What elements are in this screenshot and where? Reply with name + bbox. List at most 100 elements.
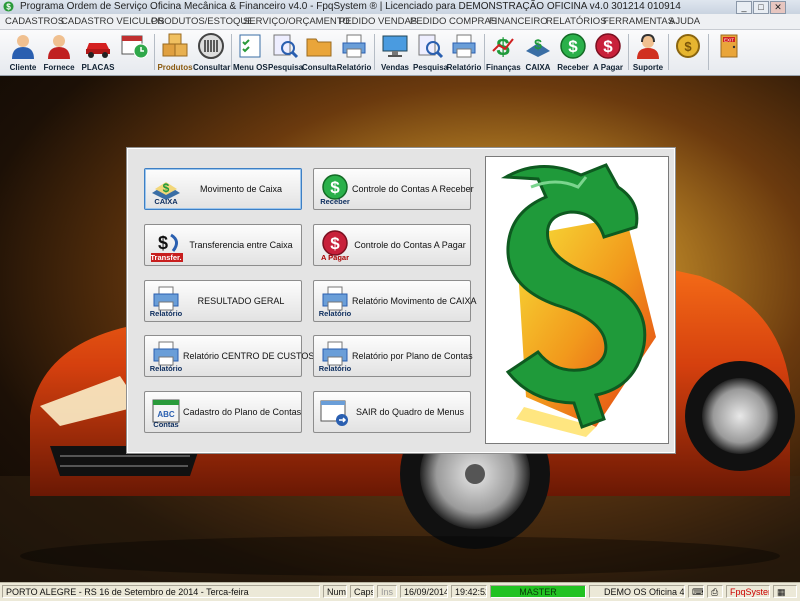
toolbar-relatorio-vendas-label: Relatório — [446, 63, 482, 72]
toolbar-vendas-button[interactable]: Vendas — [377, 32, 413, 72]
menu-pedido-compras[interactable]: PEDIDO COMPRAS — [410, 15, 497, 28]
movimento-caixa-button[interactable]: $ CAIXA Movimento de Caixa — [144, 168, 302, 210]
toolbar-separator — [708, 34, 709, 70]
maximize-button[interactable]: □ — [753, 1, 769, 14]
menu-ferramentas[interactable]: FERRAMENTAS — [603, 15, 674, 28]
status-master-badge: MASTER — [490, 585, 586, 598]
svg-text:$: $ — [568, 37, 578, 56]
dollar-chart-icon: $ — [492, 34, 514, 59]
toolbar-fornece-button[interactable]: Fornece — [42, 32, 76, 72]
sair-menu-button[interactable]: SAIR do Quadro de Menus — [313, 391, 471, 433]
folder-icon — [306, 38, 332, 57]
transferencia-caixa-label: Transferencia entre Caixa — [189, 240, 293, 250]
exit-window-icon — [320, 400, 348, 426]
svg-text:$: $ — [330, 234, 340, 253]
checklist-icon — [239, 34, 261, 58]
transfer-tag: Transfer. — [150, 253, 182, 262]
title-bar: $ Programa Ordem de Serviço Oficina Mecâ… — [0, 0, 800, 14]
printer-icon — [342, 34, 366, 58]
status-os-label: DEMO OS Oficina 4.0 — [589, 585, 685, 598]
contas-tag: Contas — [153, 420, 179, 429]
toolbar-pesquisa-os-label: Pesquisa — [268, 63, 304, 72]
contas-receber-button[interactable]: $ Receber Controle do Contas A Receber — [313, 168, 474, 210]
contas-pagar-button[interactable]: $ A Pagar Controle do Contas A Pagar — [313, 224, 471, 266]
toolbar-agenda-button[interactable] — [118, 32, 152, 72]
toolbar-relatorio-os-label: Relatório — [336, 63, 372, 72]
toolbar-financas-button[interactable]: $ Finanças — [486, 32, 521, 72]
status-os-text: DEMO OS Oficina 4.0 — [604, 587, 685, 597]
window-title: Programa Ordem de Serviço Oficina Mecâni… — [20, 1, 681, 12]
toolbar-vendas-label: Vendas — [380, 63, 409, 72]
svg-text:$: $ — [684, 39, 692, 54]
menu-pedido-vendas[interactable]: PEDIDO VENDAS — [339, 15, 417, 28]
relatorio-tag: Relatório — [149, 364, 183, 373]
sair-menu-label: SAIR do Quadro de Menus — [355, 407, 465, 417]
resultado-geral-button[interactable]: Relatório RESULTADO GERAL — [144, 280, 302, 322]
cadastro-plano-contas-button[interactable]: ABC Contas Cadastro do Plano de Contas — [144, 391, 302, 433]
status-caps-lock: Caps — [350, 585, 374, 598]
menu-cadastro-veiculos[interactable]: CADASTRO VEICULOS — [61, 15, 164, 28]
toolbar-produtos-button[interactable]: Produtos — [157, 32, 193, 72]
toolbar-cliente-label: Cliente — [9, 63, 37, 72]
toolbar-relatorio-os-button[interactable]: Relatório — [336, 32, 372, 72]
close-button[interactable]: ✕ — [770, 1, 786, 14]
receber-tag: Receber — [320, 197, 350, 206]
person-red-icon — [48, 35, 70, 59]
person-blue-icon — [12, 35, 34, 59]
menu-cadastros[interactable]: CADASTROS — [5, 15, 64, 28]
toolbar-caixa-label: CAIXA — [525, 63, 551, 72]
toolbar-coin-button[interactable]: $ — [672, 32, 704, 72]
menu-produtos-estoque[interactable]: PRODUTOS/ESTOQUE — [151, 15, 254, 28]
magnifier-document-icon — [273, 34, 299, 59]
status-brand: FpqSystem — [726, 585, 770, 598]
toolbar-menu-os-button[interactable]: Menu OS — [233, 32, 268, 72]
svg-text:$: $ — [158, 233, 168, 253]
calendar-clock-icon — [121, 35, 149, 59]
status-keyboard-icon: ⌨ — [688, 585, 704, 598]
status-insert: Ins — [377, 585, 397, 598]
relatorio-tag: Relatório — [318, 364, 352, 373]
toolbar-separator — [484, 34, 485, 70]
status-time: 19:42:52 — [451, 585, 487, 598]
toolbar-suporte-button[interactable]: Suporte — [631, 32, 665, 72]
status-date: 16/09/2014 — [400, 585, 448, 598]
toolbar-separator — [231, 34, 232, 70]
toolbar-consulta-button[interactable]: Consulta — [302, 32, 336, 72]
toolbar-separator — [628, 34, 629, 70]
contas-pagar-label: Controle do Contas A Pagar — [354, 240, 466, 250]
toolbar-a-pagar-button[interactable]: $ A Pagar — [590, 32, 626, 72]
menu-bar: CADASTROS CADASTRO VEICULOS PRODUTOS/EST… — [0, 14, 800, 30]
toolbar-placas-button[interactable]: PLACAS — [80, 32, 116, 72]
toolbar-consultar-button[interactable]: Consultar — [193, 32, 230, 72]
abc-icon-text: ABC — [157, 410, 175, 419]
status-location-date: PORTO ALEGRE - RS 16 de Setembro de 2014… — [2, 585, 320, 598]
menu-ajuda[interactable]: AJUDA — [669, 15, 700, 28]
toolbar-relatorio-vendas-button[interactable]: Relatório — [446, 32, 482, 72]
toolbar-separator — [154, 34, 155, 70]
toolbar-pesquisa-os-button[interactable]: Pesquisa — [268, 32, 304, 72]
status-bar: PORTO ALEGRE - RS 16 de Setembro de 2014… — [0, 582, 800, 601]
menu-financeiro[interactable]: FINANCEIRO — [489, 15, 548, 28]
transferencia-caixa-button[interactable]: $ Transfer. Transferencia entre Caixa — [144, 224, 302, 266]
relatorio-centro-custos-button[interactable]: Relatório Relatório CENTRO DE CUSTOS — [144, 335, 314, 377]
exit-door-icon: EXIT — [720, 34, 738, 58]
menu-relatorios[interactable]: RELATÓRIOS — [546, 15, 607, 28]
relatorio-movimento-caixa-label: Relatório Movimento de CAIXA — [352, 296, 477, 306]
caixa-tag: CAIXA — [154, 197, 178, 206]
toolbar-cliente-button[interactable]: Cliente — [6, 32, 40, 72]
cadastro-plano-contas-label: Cadastro do Plano de Contas — [183, 407, 302, 417]
menu-servico-orcamento[interactable]: SERVIÇO/ORÇAMENTO — [243, 15, 350, 28]
minimize-button[interactable]: _ — [736, 1, 752, 14]
dollar-red-circle-icon: $ — [595, 33, 621, 59]
toolbar-produtos-label: Produtos — [157, 63, 193, 72]
toolbar-consulta-label: Consulta — [302, 63, 337, 72]
relatorio-movimento-caixa-button[interactable]: Relatório Relatório Movimento de CAIXA — [313, 280, 477, 322]
toolbar-receber-button[interactable]: $ Receber — [556, 32, 590, 72]
toolbar-pesquisa-vendas-button[interactable]: Pesquisa — [413, 32, 448, 72]
toolbar-receber-label: Receber — [557, 63, 589, 72]
status-printer-icon: ⎙ — [707, 585, 723, 598]
toolbar-caixa-button[interactable]: $ CAIXA — [521, 32, 555, 72]
toolbar-exit-button[interactable]: EXIT — [712, 32, 746, 72]
dollar-sign-logo — [500, 163, 656, 437]
relatorio-plano-contas-button[interactable]: Relatório Relatório por Plano de Contas — [313, 335, 473, 377]
